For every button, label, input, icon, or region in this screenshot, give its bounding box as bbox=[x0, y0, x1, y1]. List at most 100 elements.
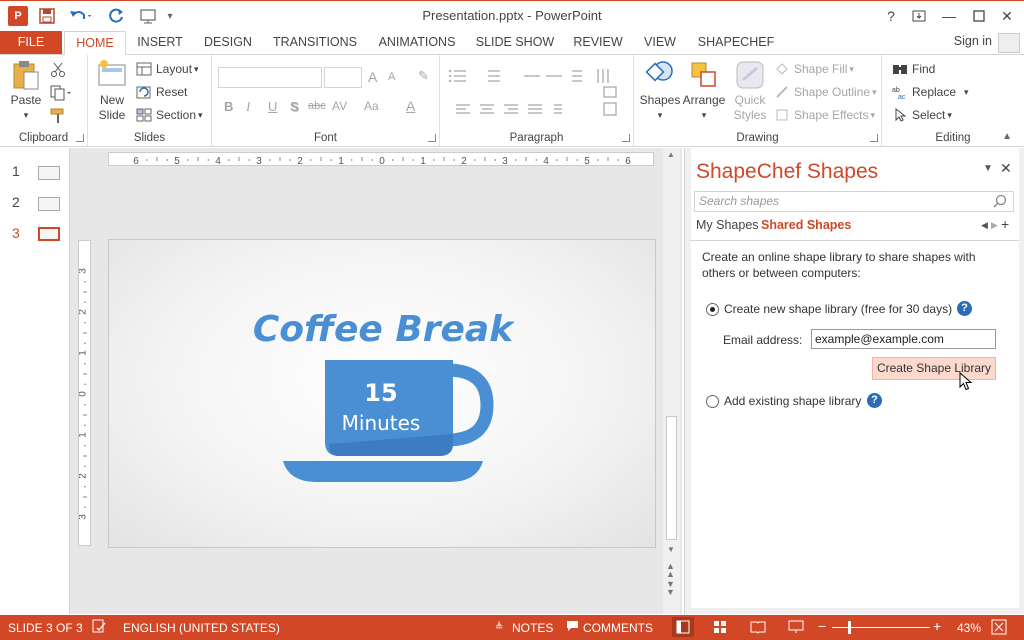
language-indicator[interactable]: ENGLISH (UNITED STATES) bbox=[123, 621, 280, 635]
thumbnail-slide-1[interactable]: 1 bbox=[12, 163, 60, 180]
notes-button[interactable]: NOTES bbox=[512, 621, 553, 635]
shape-fill-button[interactable]: Shape Fill ▾ bbox=[774, 59, 854, 79]
section-button[interactable]: Section ▾ bbox=[136, 105, 203, 125]
create-shape-library-button[interactable]: Create Shape Library bbox=[872, 357, 996, 380]
font-name-combo[interactable] bbox=[218, 67, 322, 88]
help-icon[interactable]: ? bbox=[867, 393, 882, 408]
create-library-radio[interactable] bbox=[706, 303, 719, 316]
clipboard-launcher-icon[interactable] bbox=[76, 134, 84, 142]
search-input[interactable]: Search shapes bbox=[694, 191, 1014, 212]
font-size-combo[interactable] bbox=[324, 67, 362, 88]
ruler-tick bbox=[515, 159, 517, 161]
zoom-level[interactable]: 43% bbox=[957, 621, 981, 635]
slide-show-icon[interactable] bbox=[788, 620, 804, 637]
vertical-scrollbar[interactable]: ▲ ▼ ▲ ▲ ▼ ▼ bbox=[663, 148, 680, 614]
character-spacing-icon[interactable]: AV bbox=[332, 99, 347, 113]
ruler-tick bbox=[617, 159, 619, 161]
add-existing-library-label[interactable]: Add existing shape library bbox=[724, 394, 861, 408]
maximize-icon[interactable] bbox=[966, 5, 992, 27]
fit-to-window-icon[interactable] bbox=[991, 619, 1007, 638]
cut-icon[interactable] bbox=[50, 60, 66, 80]
font-color-icon[interactable]: A bbox=[406, 98, 415, 114]
paragraph-launcher-icon[interactable] bbox=[622, 134, 630, 142]
paste-button[interactable]: Paste ▾ bbox=[6, 59, 46, 123]
minimize-button[interactable]: — bbox=[936, 5, 962, 27]
new-slide-button[interactable]: New Slide bbox=[92, 59, 132, 123]
tab-home[interactable]: HOME bbox=[64, 31, 126, 55]
add-existing-library-radio[interactable] bbox=[706, 395, 719, 408]
underline-icon[interactable]: U bbox=[268, 99, 277, 114]
previous-slide-icon[interactable]: ▲ ▲ bbox=[666, 562, 675, 579]
tab-shapechef[interactable]: SHAPECHEF bbox=[694, 31, 778, 55]
tab-review[interactable]: REVIEW bbox=[568, 31, 628, 55]
drawing-launcher-icon[interactable] bbox=[870, 134, 878, 142]
close-button[interactable]: ✕ bbox=[994, 5, 1020, 27]
bold-icon[interactable]: B bbox=[224, 99, 233, 114]
quick-styles-label-1: Quick bbox=[734, 93, 766, 107]
change-case-icon[interactable]: Aa bbox=[364, 99, 379, 113]
add-tab-icon[interactable]: + bbox=[1001, 216, 1009, 232]
ruler-tick bbox=[207, 159, 209, 161]
help-icon[interactable]: ? bbox=[957, 301, 972, 316]
slide-canvas[interactable]: Coffee Break 15 Minutes bbox=[108, 239, 656, 548]
notes-icon[interactable]: ≜ bbox=[495, 622, 503, 633]
collapse-ribbon-icon[interactable]: ▲ bbox=[1002, 131, 1012, 142]
tab-animations[interactable]: ANIMATIONS bbox=[372, 31, 462, 55]
tab-file[interactable]: FILE bbox=[0, 31, 62, 55]
tab-slide-show[interactable]: SLIDE SHOW bbox=[474, 31, 556, 55]
ribbon-display-options-icon[interactable] bbox=[906, 5, 932, 27]
slide-sorter-icon[interactable] bbox=[713, 620, 727, 637]
tab-scroll-left-icon[interactable]: ◀ bbox=[981, 220, 988, 231]
arrange-button[interactable]: Arrange ▾ bbox=[682, 59, 726, 123]
strikethrough-icon[interactable]: abc bbox=[308, 100, 326, 112]
italic-icon[interactable]: I bbox=[246, 99, 250, 115]
thumbnail-slide-3[interactable]: 3 bbox=[12, 225, 60, 241]
zoom-in-icon[interactable]: + bbox=[933, 618, 941, 634]
zoom-slider-track[interactable] bbox=[832, 627, 930, 628]
shapes-button[interactable]: Shapes ▾ bbox=[638, 59, 682, 123]
scroll-down-icon[interactable]: ▼ bbox=[667, 545, 675, 554]
zoom-slider-thumb[interactable] bbox=[848, 621, 851, 634]
replace-button[interactable]: ab ac Replace ▾ bbox=[892, 82, 969, 102]
layout-button[interactable]: Layout ▾ bbox=[136, 59, 199, 79]
tab-my-shapes[interactable]: My Shapes bbox=[696, 218, 759, 232]
next-slide-icon[interactable]: ▼ ▼ bbox=[666, 580, 675, 597]
zoom-out-icon[interactable]: − bbox=[818, 618, 826, 634]
scroll-up-icon[interactable]: ▲ bbox=[667, 150, 675, 159]
shape-outline-button[interactable]: Shape Outline ▾ bbox=[774, 82, 877, 102]
tab-design[interactable]: DESIGN bbox=[200, 31, 256, 55]
find-button[interactable]: Find bbox=[892, 59, 935, 79]
format-painter-icon[interactable] bbox=[50, 106, 66, 126]
pane-close-icon[interactable]: ✕ bbox=[1000, 160, 1012, 177]
tab-transitions[interactable]: TRANSITIONS bbox=[270, 31, 360, 55]
shrink-font-icon[interactable]: A bbox=[388, 71, 395, 83]
text-shadow-icon[interactable]: S bbox=[290, 99, 299, 114]
copy-icon[interactable] bbox=[50, 83, 72, 103]
tab-view[interactable]: VIEW bbox=[638, 31, 682, 55]
search-icon[interactable] bbox=[993, 194, 1007, 211]
create-library-label[interactable]: Create new shape library (free for 30 da… bbox=[724, 302, 952, 316]
spell-check-icon[interactable] bbox=[92, 619, 106, 636]
clear-formatting-icon[interactable]: ✎ bbox=[418, 68, 429, 84]
normal-view-icon[interactable] bbox=[672, 617, 694, 637]
grow-font-icon[interactable]: A bbox=[368, 69, 377, 85]
thumbnail-slide-2[interactable]: 2 bbox=[12, 194, 60, 211]
select-button[interactable]: Select ▾ bbox=[892, 105, 952, 125]
email-field[interactable] bbox=[811, 329, 996, 349]
tab-scroll-right-icon[interactable]: ▶ bbox=[991, 220, 998, 231]
sign-in-link[interactable]: Sign in bbox=[954, 34, 992, 48]
paragraph-controls-icon[interactable] bbox=[448, 67, 628, 123]
quick-styles-button[interactable]: Quick Styles bbox=[728, 59, 772, 123]
font-launcher-icon[interactable] bbox=[428, 134, 436, 142]
shape-effects-button[interactable]: Shape Effects ▾ bbox=[774, 105, 875, 125]
reset-button[interactable]: Reset bbox=[136, 82, 187, 102]
help-button[interactable]: ? bbox=[878, 5, 904, 27]
scrollbar-thumb[interactable] bbox=[666, 416, 677, 540]
reading-view-icon[interactable] bbox=[750, 620, 766, 637]
tab-insert[interactable]: INSERT bbox=[132, 31, 188, 55]
avatar[interactable] bbox=[998, 33, 1020, 53]
pane-options-icon[interactable]: ▼ bbox=[983, 163, 993, 174]
comments-button[interactable]: COMMENTS bbox=[583, 621, 653, 635]
comments-icon[interactable] bbox=[566, 620, 579, 635]
tab-shared-shapes[interactable]: Shared Shapes bbox=[761, 218, 851, 232]
